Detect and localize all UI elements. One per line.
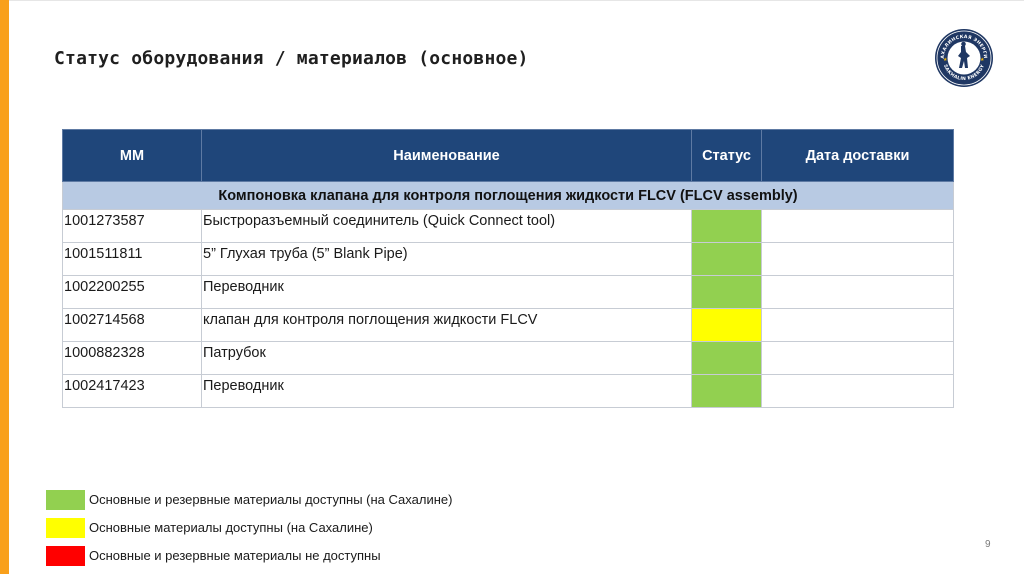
legend-label: Основные и резервные материалы доступны … xyxy=(89,492,453,507)
cell-mm: 1001511811 xyxy=(62,242,202,276)
cell-delivery xyxy=(761,374,954,408)
cell-status xyxy=(691,341,762,375)
cell-status xyxy=(691,374,762,408)
table-row: 1002417423 Переводник xyxy=(62,374,954,408)
cell-delivery xyxy=(761,209,954,243)
cell-status xyxy=(691,275,762,309)
group-row: Компоновка клапана для контроля поглощен… xyxy=(62,181,954,210)
group-title: Компоновка клапана для контроля поглощен… xyxy=(62,181,954,210)
svg-text:★: ★ xyxy=(943,57,948,63)
page-number: 9 xyxy=(985,539,991,550)
cell-name: Патрубок xyxy=(201,341,692,375)
header-status: Статус xyxy=(691,129,762,182)
table-row: 1002714568 клапан для контроля поглощени… xyxy=(62,308,954,342)
table-row: 1000882328 Патрубок xyxy=(62,341,954,375)
slide-top-border xyxy=(0,0,1024,1)
legend-swatch xyxy=(46,546,85,566)
cell-delivery xyxy=(761,275,954,309)
page-title: Статус оборудования / материалов (основн… xyxy=(54,48,529,69)
cell-mm: 1002200255 xyxy=(62,275,202,309)
materials-table: MM Наименование Статус Дата доставки Ком… xyxy=(62,129,954,408)
cell-name: 5” Глухая труба (5” Blank Pipe) xyxy=(201,242,692,276)
table-row: 1001511811 5” Глухая труба (5” Blank Pip… xyxy=(62,242,954,276)
cell-status xyxy=(691,209,762,243)
cell-status xyxy=(691,242,762,276)
cell-mm: 1001273587 xyxy=(62,209,202,243)
header-name: Наименование xyxy=(201,129,692,182)
legend-swatch xyxy=(46,518,85,538)
legend-swatch xyxy=(46,490,85,510)
header-mm: MM xyxy=(62,129,202,182)
legend-label: Основные и резервные материалы не доступ… xyxy=(89,548,381,563)
cell-name: Быстроразъемный соединитель (Quick Conne… xyxy=(201,209,692,243)
cell-name: клапан для контроля поглощения жидкости … xyxy=(201,308,692,342)
cell-delivery xyxy=(761,308,954,342)
cell-mm: 1002417423 xyxy=(62,374,202,408)
table-row: 1001273587 Быстроразъемный соединитель (… xyxy=(62,209,954,243)
cell-delivery xyxy=(761,242,954,276)
svg-text:★: ★ xyxy=(980,57,985,63)
cell-mm: 1000882328 xyxy=(62,341,202,375)
cell-name: Переводник xyxy=(201,374,692,408)
legend-label: Основные материалы доступны (на Сахалине… xyxy=(89,520,373,535)
sakhalin-energy-logo-icon: САХАЛИНСКАЯ ЭНЕРГИЯ SAKHALIN ENERGY ★ ★ xyxy=(934,28,993,87)
cell-name: Переводник xyxy=(201,275,692,309)
header-delivery-date: Дата доставки xyxy=(761,129,954,182)
cell-mm: 1002714568 xyxy=(62,308,202,342)
cell-delivery xyxy=(761,341,954,375)
table-row: 1002200255 Переводник xyxy=(62,275,954,309)
cell-status xyxy=(691,308,762,342)
table-header-row: MM Наименование Статус Дата доставки xyxy=(62,129,954,182)
accent-stripe xyxy=(0,0,9,574)
